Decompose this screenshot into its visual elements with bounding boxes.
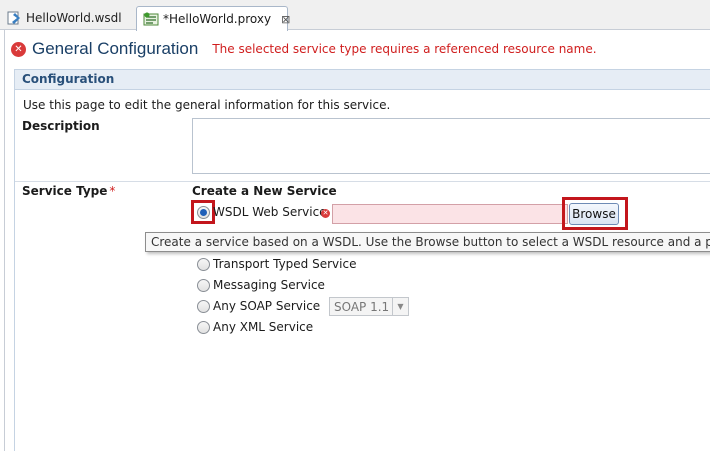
tab-helloworld-proxy[interactable]: *HelloWorld.proxy ⊠: [136, 6, 290, 31]
browse-button[interactable]: Browse: [569, 203, 619, 225]
wsdl-resource-input[interactable]: [332, 204, 568, 224]
section-header[interactable]: Configuration: [14, 69, 710, 90]
close-icon[interactable]: ⊠: [281, 13, 290, 26]
tab-helloworld-wsdl[interactable]: HelloWorld.wsdl: [0, 6, 134, 30]
radio-messaging-service[interactable]: [197, 279, 210, 292]
service-type-label: Service Type *: [22, 184, 115, 198]
option-label-wsdl-web-service: WSDL Web Service: [213, 205, 327, 219]
option-label-any-xml-service: Any XML Service: [213, 320, 314, 334]
editor-tab-strip: HelloWorld.wsdl *HelloWorld.proxy ⊠: [0, 0, 710, 31]
option-label-any-soap-service: Any SOAP Service: [213, 299, 321, 313]
section-title: Configuration: [22, 72, 115, 86]
error-icon: ✕: [11, 41, 26, 57]
tab-label: HelloWorld.wsdl: [26, 11, 122, 25]
radio-wsdl-web-service[interactable]: [197, 206, 210, 219]
group-title: Create a New Service: [192, 184, 337, 198]
radio-any-xml-service[interactable]: [197, 321, 210, 334]
soap-version-select[interactable]: SOAP 1.1 ▼: [329, 297, 409, 316]
page-title: General Configuration: [32, 39, 199, 58]
proxy-file-icon: [143, 12, 159, 26]
divider: [15, 181, 710, 182]
section-border: [14, 90, 15, 451]
option-label-transport-typed-service: Transport Typed Service: [213, 257, 357, 271]
field-error-icon: ✕: [321, 209, 330, 218]
required-marker: *: [109, 184, 116, 198]
tab-label: *HelloWorld.proxy: [163, 12, 272, 26]
description-label: Description: [22, 119, 100, 133]
radio-transport-typed-service[interactable]: [197, 258, 210, 271]
radio-any-soap-service[interactable]: [197, 300, 210, 313]
page-header: ✕ General Configuration The selected ser…: [11, 38, 597, 60]
chevron-down-icon: ▼: [392, 298, 408, 315]
section-intro: Use this page to edit the general inform…: [23, 98, 391, 112]
option-label-messaging-service: Messaging Service: [213, 278, 325, 292]
description-field[interactable]: [192, 118, 710, 174]
soap-version-value: SOAP 1.1: [334, 299, 390, 314]
wsdl-file-icon: [7, 11, 20, 25]
error-message: The selected service type requires a ref…: [212, 42, 597, 56]
service-type-label-text: Service Type: [22, 184, 108, 198]
tooltip: Create a service based on a WSDL. Use th…: [145, 232, 710, 252]
